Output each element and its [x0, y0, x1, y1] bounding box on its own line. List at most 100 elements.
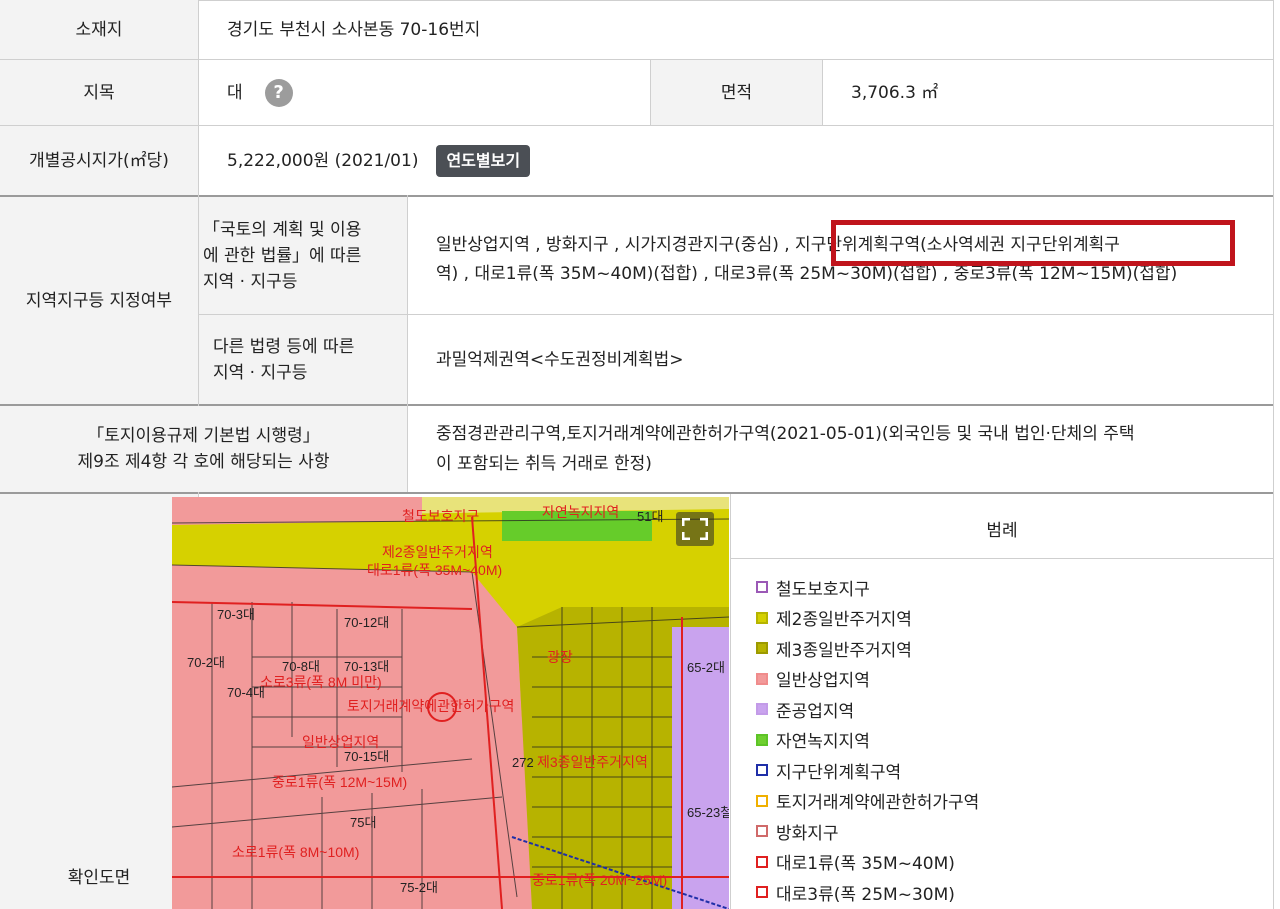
zoning-sub2-label: 다른 법령 등에 따른 지역 · 지구등: [199, 315, 407, 404]
land-category-value: 대 ?: [199, 60, 650, 125]
legend-item: 준공업지역: [756, 694, 979, 725]
legend-swatch: [756, 672, 768, 685]
zoning-label-text: 지역지구등 지정여부: [25, 290, 173, 311]
map-label-green: 자연녹지지역: [542, 504, 619, 520]
location-value-text: 경기도 부천시 소사본동 70-16번지: [227, 19, 481, 40]
fullscreen-icon: [682, 518, 708, 540]
legend-label: 준공업지역: [776, 701, 855, 722]
legend-swatch: [756, 733, 768, 746]
map-label-residential2: 제2종일반주거지역: [382, 544, 493, 560]
expand-map-button[interactable]: [676, 512, 714, 546]
land-category-value-text: 대: [227, 82, 243, 103]
legend-item: 제3종일반주거지역: [756, 633, 979, 664]
legend-label: 대로1류(폭 35M~40M): [776, 854, 955, 875]
legend-item: 토지거래계약에관한허가구역: [756, 786, 979, 817]
legend-label: 제2종일반주거지역: [776, 610, 912, 631]
regulation-line2: 이 포함되는 취득 거래로 한정): [436, 454, 652, 474]
legend-item: 제2종일반주거지역: [756, 603, 979, 634]
land-category-label-text: 지목: [83, 82, 115, 103]
map-label-text: 확인도면: [67, 868, 131, 888]
legend-swatch: [756, 886, 768, 899]
map-parcel-2: 70-12대: [344, 615, 389, 630]
map-parcel-9: 75-2대: [400, 880, 438, 895]
regulation-label: 「토지이용규제 기본법 시행령」 제9조 제4항 각 호에 해당되는 사항: [0, 406, 407, 492]
legend-label: 대로3류(폭 25M~30M): [776, 884, 955, 905]
legend-label: 토지거래계약에관한허가구역: [776, 793, 980, 814]
regulation-line1: 중점경관관리구역,토지거래계약에관한허가구역(2021-05-01)(외국인등 …: [436, 424, 1135, 444]
legend-label: 일반상업지역: [776, 671, 870, 692]
zoning-sub2-label-text: 다른 법령 등에 따른 지역 · 지구등: [213, 336, 355, 383]
map-parcel-10: 65-2대: [687, 660, 725, 675]
location-label-text: 소재지: [75, 19, 123, 40]
legend-label: 자연녹지지역: [776, 732, 870, 753]
legend-swatch: [756, 703, 768, 716]
legend-item: 대로1류(폭 35M~40M): [756, 847, 979, 878]
price-label: 개별공시지가(㎡당): [0, 126, 198, 195]
legend-swatch: [756, 611, 768, 624]
map-label-residential3: 제3종일반주거지역: [537, 754, 648, 770]
legend-title: 범례: [731, 498, 1273, 558]
regulation-label-text: 「토지이용규제 기본법 시행령」 제9조 제4항 각 호에 해당되는 사항: [77, 426, 330, 472]
map-parcel-13: 51대: [637, 509, 663, 524]
legend-label: 철도보호지구: [776, 579, 870, 600]
location-label: 소재지: [0, 0, 198, 59]
zoning-sub2-value-text: 과밀억제권역<수도권정비계획법>: [436, 349, 684, 370]
map-parcel-8: 75대: [350, 815, 376, 830]
legend-item: 지구단위계획구역: [756, 755, 979, 786]
legend-title-text: 범례: [986, 520, 1018, 541]
price-label-text: 개별공시지가(㎡당): [29, 150, 169, 171]
map-label: 확인도면: [0, 494, 198, 909]
area-value-text: 3,706.3 ㎡: [851, 82, 939, 103]
legend-item: 철도보호지구: [756, 572, 979, 603]
legend-label: 제3종일반주거지역: [776, 640, 912, 661]
map-parcel-11: 65-23철: [687, 805, 729, 820]
legend-item: 자연녹지지역: [756, 725, 979, 756]
map-parcel-1: 70-3대: [217, 607, 255, 622]
zoning-sub1-label-text: 「국토의 계획 및 이용 에 관한 법률」에 따른 지역 · 지구등: [203, 219, 362, 292]
map-label-railway: 철도보호지구: [402, 508, 479, 524]
area-value: 3,706.3 ㎡: [823, 60, 1273, 125]
legend-swatch: [756, 825, 768, 838]
location-value: 경기도 부천시 소사본동 70-16번지: [199, 0, 1273, 59]
legend-swatch: [756, 855, 768, 868]
map-label-small-road2: 소로1류(폭 8M~10M): [232, 844, 359, 860]
map-parcel-6: 70-2대: [187, 655, 225, 670]
map-parcel-5: 70-4대: [227, 685, 265, 700]
help-icon[interactable]: ?: [264, 78, 293, 107]
map-label-commercial: 일반상업지역: [302, 734, 379, 750]
map-parcel-4: 70-8대: [282, 659, 320, 674]
yearly-view-button[interactable]: 연도별보기: [436, 144, 531, 177]
land-info-table: 소재지 경기도 부천시 소사본동 70-16번지 지목 대 ? 면적 3,706…: [0, 0, 1280, 909]
highlight-box: [831, 220, 1235, 266]
legend-label: 방화지구: [776, 823, 839, 844]
map-label-mid-road: 중로1류(폭 12M~15M): [272, 774, 407, 790]
map-parcel-7: 70-15대: [344, 749, 389, 764]
zoning-map-image: 철도보호지구 자연녹지지역 제2종일반주거지역 대로1류(폭 35M~40M) …: [172, 497, 729, 909]
zoning-sub1-label: 「국토의 계획 및 이용 에 관한 법률」에 따른 지역 · 지구등: [199, 197, 407, 314]
map-parcel-12: 272: [512, 755, 534, 770]
legend-item: 일반상업지역: [756, 664, 979, 695]
price-value-text: 5,222,000원 (2021/01): [227, 150, 419, 171]
zoning-label: 지역지구등 지정여부: [0, 197, 198, 404]
legend-swatch: [756, 642, 768, 655]
map-label-mid-road2: 중로1류(폭 20M~25M): [532, 872, 667, 888]
price-value: 5,222,000원 (2021/01) 연도별보기: [199, 126, 1273, 195]
regulation-value: 중점경관관리구역,토지거래계약에관한허가구역(2021-05-01)(외국인등 …: [408, 406, 1273, 492]
map-label-road1: 대로1류(폭 35M~40M): [367, 562, 502, 578]
legend-swatch: [756, 581, 768, 594]
map-label-square: 광장: [547, 649, 573, 665]
map-parcel-3: 70-13대: [344, 659, 389, 674]
map-label-small-road: 소로3류(폭 8M 미만): [260, 674, 382, 690]
legend-item: 방화지구: [756, 816, 979, 847]
legend-item: 대로3류(폭 25M~30M): [756, 877, 979, 908]
legend-label: 지구단위계획구역: [776, 762, 902, 783]
legend-list: 철도보호지구제2종일반주거지역제3종일반주거지역일반상업지역준공업지역자연녹지지…: [756, 572, 979, 908]
legend-swatch: [756, 764, 768, 777]
zoning-sub2-value: 과밀억제권역<수도권정비계획법>: [408, 315, 1273, 404]
land-category-label: 지목: [0, 60, 198, 125]
area-label-text: 면적: [720, 82, 753, 103]
map-label-permit: 토지거래계약에관한허가구역: [347, 698, 514, 714]
area-label: 면적: [651, 60, 822, 125]
legend-swatch: [756, 794, 768, 807]
zoning-map[interactable]: 철도보호지구 자연녹지지역 제2종일반주거지역 대로1류(폭 35M~40M) …: [172, 497, 729, 909]
